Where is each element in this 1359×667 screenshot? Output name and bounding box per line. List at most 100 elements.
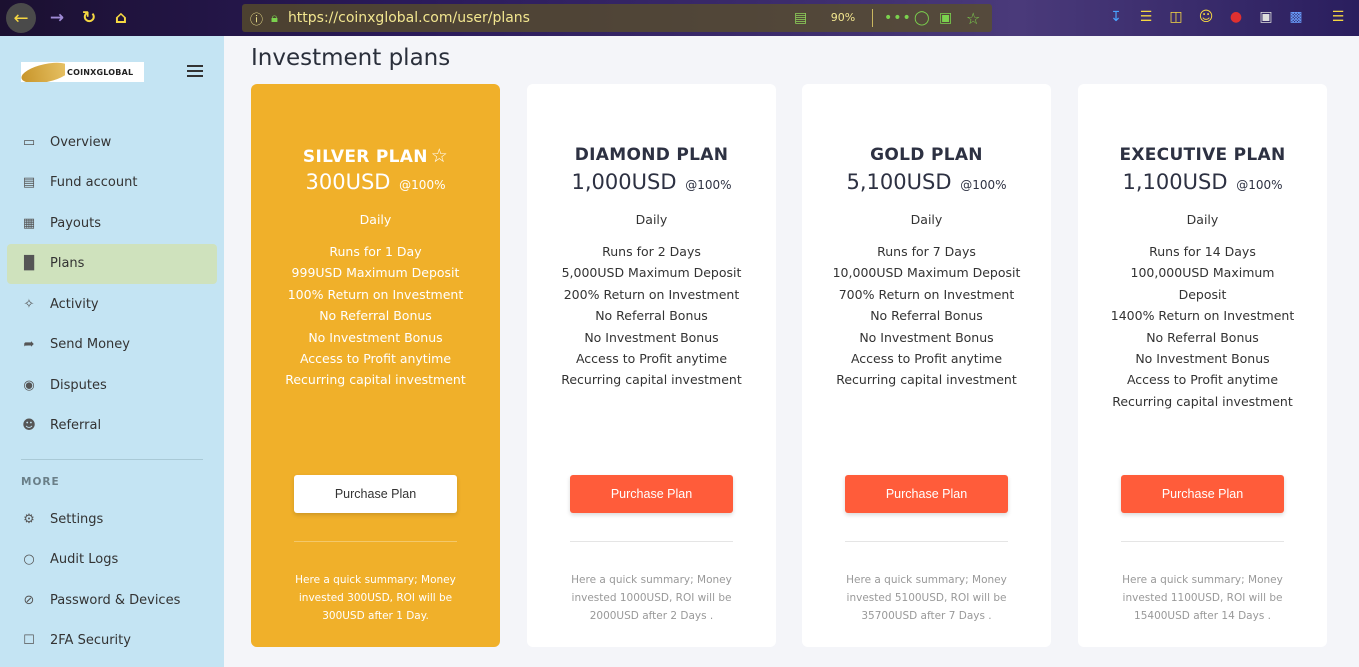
lock-icon[interactable]: 🔒︎ xyxy=(271,11,278,26)
purchase-plan-button[interactable]: Purchase Plan xyxy=(1121,475,1284,513)
hamburger-menu-icon[interactable] xyxy=(187,65,203,77)
home-icon[interactable]: ⌂ xyxy=(108,5,134,31)
plan-feature: No Referral Bonus xyxy=(319,308,432,324)
sidebar-item-label: 2FA Security xyxy=(50,633,131,649)
plan-feature: 999USD Maximum Deposit xyxy=(291,265,460,281)
plan-price: 300USD xyxy=(305,170,391,194)
plan-frequency: Daily xyxy=(910,212,943,227)
sidebar-more-nav: ⚙ Settings ○ Audit Logs ⊘ Password & Dev… xyxy=(7,499,217,661)
plan-feature: Access to Profit anytime xyxy=(850,351,1003,367)
purchase-plan-button[interactable]: Purchase Plan xyxy=(294,475,457,513)
eye-off-icon: ⊘ xyxy=(23,592,35,608)
plan-summary: Here a quick summary; Money invested 300… xyxy=(295,574,456,623)
plan-name: SILVER PLAN xyxy=(302,147,428,167)
address-bar[interactable]: ⓘ 🔒︎ https://coinxglobal.com/user/plans … xyxy=(242,4,992,32)
logo[interactable]: COINXGLOBAL xyxy=(21,62,144,82)
star-icon: ☆ xyxy=(430,145,449,167)
menu-icon[interactable]: ☰ xyxy=(1327,6,1349,28)
sidebar-item-overview[interactable]: ▭ Overview xyxy=(7,122,217,163)
logo-swoosh-icon xyxy=(21,62,65,82)
plan-feature: 1400% Return on Investment xyxy=(1110,308,1295,324)
extension-shield-icon[interactable]: ● xyxy=(1225,6,1247,28)
reload-icon[interactable]: ↻ xyxy=(76,5,102,31)
wallet-icon: ▤ xyxy=(22,175,36,191)
sidebar-divider xyxy=(21,459,203,460)
extension-square-icon[interactable]: ▣ xyxy=(1255,6,1277,28)
support-icon: ◉ xyxy=(23,377,35,393)
sidebar-item-settings[interactable]: ⚙ Settings xyxy=(7,499,217,540)
sidebar-toggle-icon[interactable]: ◫ xyxy=(1165,6,1187,28)
plan-feature: No Investment Bonus xyxy=(859,329,994,345)
translate-icon[interactable]: ▣ xyxy=(939,10,952,26)
sidebar-item-label: Payouts xyxy=(50,215,101,231)
page-actions-icon[interactable]: ••• xyxy=(884,10,912,26)
sidebar-item-label: Plans xyxy=(50,256,85,272)
bookmark-star-icon[interactable]: ☆ xyxy=(966,9,980,28)
zoom-level[interactable]: 90% xyxy=(820,9,866,27)
purchase-plan-button[interactable]: Purchase Plan xyxy=(570,475,733,513)
plan-frequency: Daily xyxy=(1186,212,1219,227)
library-icon[interactable]: ☰ xyxy=(1135,6,1157,28)
sidebar-item-label: Disputes xyxy=(50,377,107,393)
card-divider xyxy=(1121,541,1284,542)
reader-view-icon[interactable]: ▤ xyxy=(794,10,807,26)
pocket-icon[interactable]: ◯ xyxy=(914,10,930,26)
plan-feature: No Investment Bonus xyxy=(1135,351,1270,367)
plan-feature: Runs for 7 Days xyxy=(877,244,976,259)
sidebar-nav: ▭ Overview ▤ Fund account ▦ Payouts █ Pl… xyxy=(7,122,217,446)
logo-text: COINXGLOBAL xyxy=(67,67,134,77)
sidebar-item-payouts[interactable]: ▦ Payouts xyxy=(7,203,217,244)
page-title: Investment plans xyxy=(251,45,451,71)
plan-summary: Here a quick summary; Money invested 100… xyxy=(571,574,732,623)
plan-price: 1,100USD xyxy=(1122,170,1228,194)
extension-translate-icon[interactable]: ▩ xyxy=(1285,6,1307,28)
plan-frequency: Daily xyxy=(359,212,392,227)
sidebar-item-activity[interactable]: ✧ Activity xyxy=(7,284,217,325)
plan-feature: Recurring capital investment xyxy=(285,372,466,388)
plan-feature: No Referral Bonus xyxy=(1146,329,1259,345)
card-divider xyxy=(294,541,457,542)
plan-feature: Recurring capital investment xyxy=(561,372,742,388)
plan-card-diamond: DIAMOND PLAN 1,000USD @100% Daily Runs f… xyxy=(527,84,776,647)
plan-feature: No Investment Bonus xyxy=(584,329,719,345)
sidebar-item-referral[interactable]: ☻ Referral xyxy=(7,406,217,447)
sidebar-item-label: Overview xyxy=(50,134,112,150)
sidebar-item-plans[interactable]: █ Plans xyxy=(7,243,217,284)
account-icon[interactable]: ☺ xyxy=(1195,6,1217,28)
plan-price-row: 1,100USD @100% xyxy=(1078,170,1327,194)
browser-toolbar: ← → ↻ ⌂ ⓘ 🔒︎ https://coinxglobal.com/use… xyxy=(0,0,1359,36)
purchase-plan-button[interactable]: Purchase Plan xyxy=(845,475,1008,513)
forward-arrow-icon[interactable]: → xyxy=(44,5,70,31)
plan-rate: @100% xyxy=(960,178,1007,192)
back-arrow-icon[interactable]: ← xyxy=(6,3,36,33)
plan-price-row: 1,000USD @100% xyxy=(527,170,776,194)
sidebar-item-label: Referral xyxy=(50,418,102,434)
sidebar-item-password-devices[interactable]: ⊘ Password & Devices xyxy=(7,580,217,621)
sidebar-item-disputes[interactable]: ◉ Disputes xyxy=(7,365,217,406)
monitor-icon: ▭ xyxy=(22,134,36,150)
plan-rate: @100% xyxy=(399,178,446,192)
url-text[interactable]: https://coinxglobal.com/user/plans xyxy=(288,10,530,26)
plan-feature: Access to Profit anytime xyxy=(575,351,728,367)
plan-feature: Runs for 14 Days xyxy=(1149,244,1256,259)
plan-feature: 100% Return on Investment xyxy=(287,286,464,302)
plan-feature: Recurring capital investment xyxy=(836,372,1017,388)
sidebar-item-send-money[interactable]: ➦ Send Money xyxy=(7,325,217,366)
plan-rate: @100% xyxy=(685,178,732,192)
sidebar-item-label: Send Money xyxy=(50,337,130,353)
plan-features: Runs for 7 Days 10,000USD Maximum Deposi… xyxy=(832,241,1021,391)
plan-price-row: 5,100USD @100% xyxy=(802,170,1051,194)
settings-icon: ⚙ xyxy=(23,511,35,527)
plan-feature: Access to Profit anytime xyxy=(299,351,452,367)
plan-feature: 5,000USD Maximum Deposit xyxy=(561,265,742,281)
sidebar-item-2fa-security[interactable]: ☐ 2FA Security xyxy=(7,621,217,662)
sidebar: COINXGLOBAL ▭ Overview ▤ Fund account ▦ … xyxy=(0,36,224,667)
info-icon[interactable]: ⓘ xyxy=(250,9,263,28)
sidebar-item-audit-logs[interactable]: ○ Audit Logs xyxy=(7,540,217,581)
plan-name: GOLD PLAN xyxy=(870,145,983,165)
plan-feature: Runs for 1 Day xyxy=(329,244,422,259)
plan-feature: Runs for 2 Days xyxy=(602,244,701,259)
download-icon[interactable]: ↧ xyxy=(1105,6,1127,28)
sidebar-item-fund-account[interactable]: ▤ Fund account xyxy=(7,163,217,204)
user-icon: ☻ xyxy=(22,418,36,434)
